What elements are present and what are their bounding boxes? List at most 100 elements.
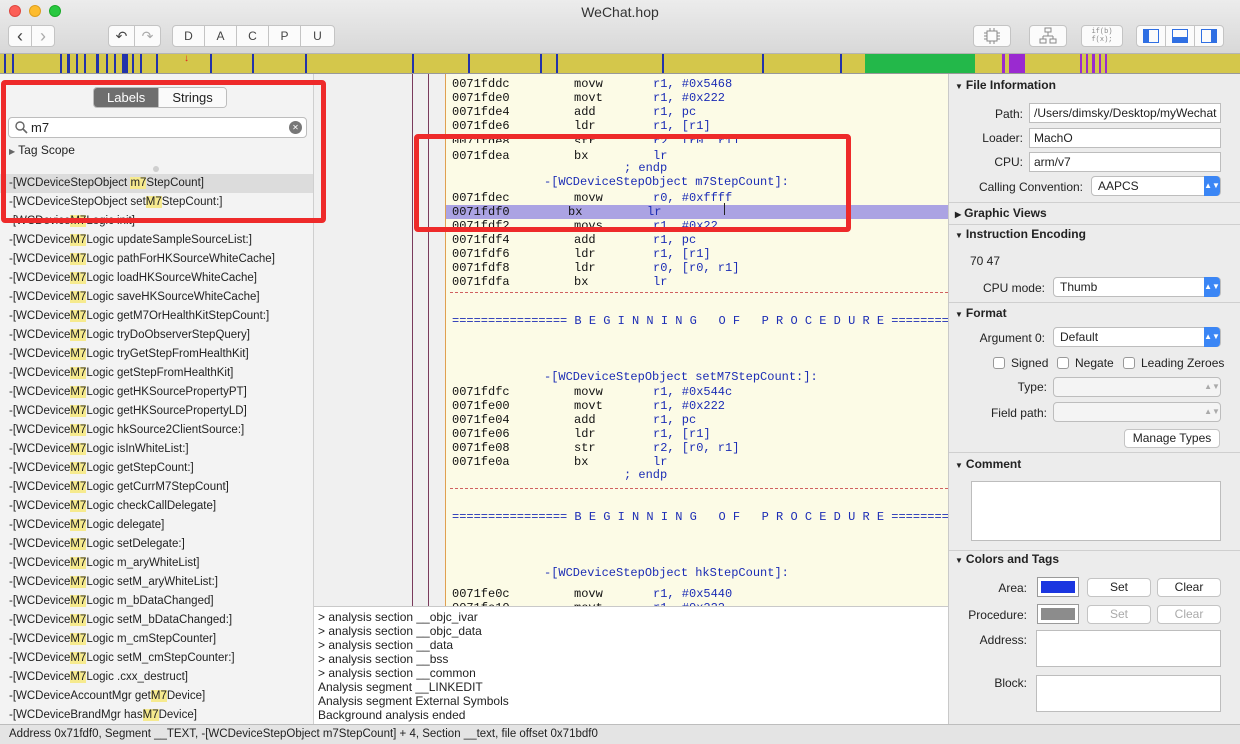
label-list-item[interactable]: -[WCDeviceM7Logic getStepCount:] xyxy=(0,459,313,478)
procedure-clear-button[interactable]: Clear xyxy=(1157,605,1221,624)
negate-checkbox[interactable]: Negate xyxy=(1057,356,1114,370)
instruction-line[interactable]: 0071fde0 movt r1, #0x222 xyxy=(452,91,725,105)
procedure-set-button[interactable]: Set xyxy=(1087,605,1151,624)
label-list-item[interactable]: -[WCDeviceM7Logic tryDoObserverStepQuery… xyxy=(0,326,313,345)
instruction-operands: r1, #0x5468 xyxy=(653,77,733,91)
instruction-line[interactable]: 0071fdf6 ldr r1, [r1] xyxy=(452,247,711,261)
instruction-address: 0071fe0c xyxy=(452,587,510,601)
instruction-line[interactable]: 0071fddc movw r1, #0x5468 xyxy=(452,77,732,91)
comment-textarea[interactable] xyxy=(971,481,1221,541)
instruction-line[interactable]: 0071fe08 str r2, [r0, r1] xyxy=(452,441,739,455)
instruction-operands: r1, [r1] xyxy=(653,119,711,133)
redo-button[interactable]: ↷ xyxy=(134,25,161,47)
instruction-operands: r1, #0x544c xyxy=(653,385,733,399)
area-clear-button[interactable]: Clear xyxy=(1157,578,1221,597)
instruction-line[interactable]: 0071fde4 add r1, pc xyxy=(452,105,696,119)
console-line: > analysis section __objc_ivar xyxy=(318,610,478,624)
label-list-item[interactable]: -[WCDeviceM7Logic setM_bDataChanged:] xyxy=(0,611,313,630)
label-list-item[interactable]: -[WCDeviceM7Logic getStepFromHealthKit] xyxy=(0,364,313,383)
status-bar: Address 0x71fdf0, Segment __TEXT, -[WCDe… xyxy=(0,724,1240,744)
format-header[interactable]: ▼ Format xyxy=(955,306,1007,320)
procedure-color-fill xyxy=(1041,608,1075,620)
block-tags-field[interactable] xyxy=(1036,675,1221,712)
argument-label: Argument 0: xyxy=(979,331,1045,345)
graphic-views-header[interactable]: ▶ Graphic Views xyxy=(955,206,1047,220)
label-list-item[interactable]: -[WCDeviceM7Logic setM_cmStepCounter:] xyxy=(0,649,313,668)
argument-format-select[interactable]: Default ▲▼ xyxy=(1053,327,1221,347)
back-button[interactable]: ‹ xyxy=(8,25,32,47)
label-list-item[interactable]: -[WCDeviceM7Logic tryGetStepFromHealthKi… xyxy=(0,345,313,364)
procedure-color-well[interactable] xyxy=(1037,604,1079,624)
control-flow-graph-button[interactable] xyxy=(1029,25,1067,47)
calling-convention-select[interactable]: AAPCS ▲▼ xyxy=(1091,176,1221,196)
cpu-mode-select[interactable]: Thumb ▲▼ xyxy=(1053,277,1221,297)
toggle-right-pane-button[interactable] xyxy=(1194,25,1224,47)
toggle-bottom-pane-button[interactable] xyxy=(1165,25,1195,47)
forward-button[interactable]: › xyxy=(31,25,55,47)
cpu-chip-button[interactable] xyxy=(973,25,1011,47)
label-list-item[interactable]: -[WCDeviceM7Logic setDelegate:] xyxy=(0,535,313,554)
title-bar: WeChat.hop ‹ › ↶ ↷ D A C P U if(b) f(x); xyxy=(0,0,1240,54)
label-list-item[interactable]: -[WCDeviceM7Logic m_cmStepCounter] xyxy=(0,630,313,649)
mode-d-button[interactable]: D xyxy=(172,25,205,47)
type-select[interactable]: ▲▼ xyxy=(1053,377,1221,397)
instruction-line[interactable]: 0071fe04 add r1, pc xyxy=(452,413,696,427)
label-list-item[interactable]: -[WCDeviceM7Logic m_bDataChanged] xyxy=(0,592,313,611)
label-list-item[interactable]: -[WCDeviceM7Logic pathForHKSourceWhiteCa… xyxy=(0,250,313,269)
instruction-mnemonic: bx xyxy=(574,455,589,469)
label-list-item[interactable]: -[WCDeviceM7Logic setM_aryWhiteList:] xyxy=(0,573,313,592)
manage-types-button[interactable]: Manage Types xyxy=(1124,429,1220,448)
undo-button[interactable]: ↶ xyxy=(108,25,135,47)
procedure-name[interactable]: -[WCDeviceStepObject setM7StepCount:]: xyxy=(544,370,818,384)
label-list-item[interactable]: -[WCDeviceM7Logic isInWhiteList:] xyxy=(0,440,313,459)
label-list-item[interactable]: -[WCDeviceM7Logic checkCallDelegate] xyxy=(0,497,313,516)
label-list-item[interactable]: -[WCDeviceM7Logic m_aryWhiteList] xyxy=(0,554,313,573)
cpu-field[interactable]: arm/v7 xyxy=(1029,152,1221,172)
path-field[interactable]: /Users/dimsky/Desktop/myWechat xyxy=(1029,103,1221,123)
label-list-item[interactable]: -[WCDeviceM7Logic hkSource2ClientSource:… xyxy=(0,421,313,440)
label-list-item[interactable]: -[WCDeviceM7Logic updateSampleSourceList… xyxy=(0,231,313,250)
label-list-item[interactable]: -[WCDeviceM7Logic getHKSourcePropertyLD] xyxy=(0,402,313,421)
instruction-line[interactable]: 0071fdfa bx lr xyxy=(452,275,667,289)
console-log[interactable]: > analysis section __objc_ivar > analysis… xyxy=(314,606,948,724)
mode-c-button[interactable]: C xyxy=(236,25,269,47)
label-list-item[interactable]: -[WCDeviceAccountMgr getM7Device] xyxy=(0,687,313,706)
instruction-line[interactable]: 0071fe00 movt r1, #0x222 xyxy=(452,399,725,413)
label-list-item[interactable]: -[WCDeviceM7Logic getM7OrHealthKitStepCo… xyxy=(0,307,313,326)
address-tags-field[interactable] xyxy=(1036,630,1221,667)
colors-tags-header[interactable]: ▼ Colors and Tags xyxy=(955,552,1059,566)
pseudo-code-button[interactable]: if(b) f(x); xyxy=(1081,25,1123,47)
mode-p-button[interactable]: P xyxy=(268,25,301,47)
leading-zeroes-checkbox[interactable]: Leading Zeroes xyxy=(1123,356,1224,370)
field-path-select[interactable]: ▲▼ xyxy=(1053,402,1221,422)
labels-list: -[WCDeviceStepObject m7StepCount] -[WCDev… xyxy=(0,174,313,724)
toggle-left-pane-button[interactable] xyxy=(1136,25,1166,47)
navigation-bar[interactable]: ↓ xyxy=(0,54,1240,74)
signed-checkbox[interactable]: Signed xyxy=(993,356,1048,370)
label-list-item[interactable]: -[WCDeviceM7Logic getCurrM7StepCount] xyxy=(0,478,313,497)
instruction-encoding-header[interactable]: ▼ Instruction Encoding xyxy=(955,227,1086,241)
label-list-item[interactable]: -[WCDeviceM7Logic .cxx_destruct] xyxy=(0,668,313,687)
console-line: Analysis segment __LINKEDIT xyxy=(318,680,483,694)
comment-header[interactable]: ▼ Comment xyxy=(955,457,1021,471)
console-line: > analysis section __bss xyxy=(318,652,449,666)
instruction-line[interactable]: 0071fde6 ldr r1, [r1] xyxy=(452,119,711,133)
procedure-name[interactable]: -[WCDeviceStepObject hkStepCount]: xyxy=(544,566,789,580)
mode-u-button[interactable]: U xyxy=(300,25,335,47)
label-list-item[interactable]: -[WCDeviceBrandMgr hasM7Device] xyxy=(0,706,313,724)
instruction-line[interactable]: 0071fdfc movw r1, #0x544c xyxy=(452,385,732,399)
instruction-line[interactable]: 0071fdf4 add r1, pc xyxy=(452,233,696,247)
label-list-item[interactable]: -[WCDeviceM7Logic loadHKSourceWhiteCache… xyxy=(0,269,313,288)
file-info-header[interactable]: ▼ File Information xyxy=(955,78,1056,92)
label-list-item[interactable]: -[WCDeviceM7Logic delegate] xyxy=(0,516,313,535)
instruction-line[interactable]: 0071fe0c movw r1, #0x5440 xyxy=(452,587,732,601)
instruction-line[interactable]: 0071fe06 ldr r1, [r1] xyxy=(452,427,711,441)
instruction-line[interactable]: 0071fe0a bx lr xyxy=(452,455,667,469)
label-list-item[interactable]: -[WCDeviceM7Logic getHKSourcePropertyPT] xyxy=(0,383,313,402)
label-list-item[interactable]: -[WCDeviceM7Logic saveHKSourceWhiteCache… xyxy=(0,288,313,307)
area-set-button[interactable]: Set xyxy=(1087,578,1151,597)
mode-a-button[interactable]: A xyxy=(204,25,237,47)
instruction-line[interactable]: 0071fdf8 ldr r0, [r0, r1] xyxy=(452,261,739,275)
loader-field[interactable]: MachO xyxy=(1029,128,1221,148)
area-color-well[interactable] xyxy=(1037,577,1079,597)
